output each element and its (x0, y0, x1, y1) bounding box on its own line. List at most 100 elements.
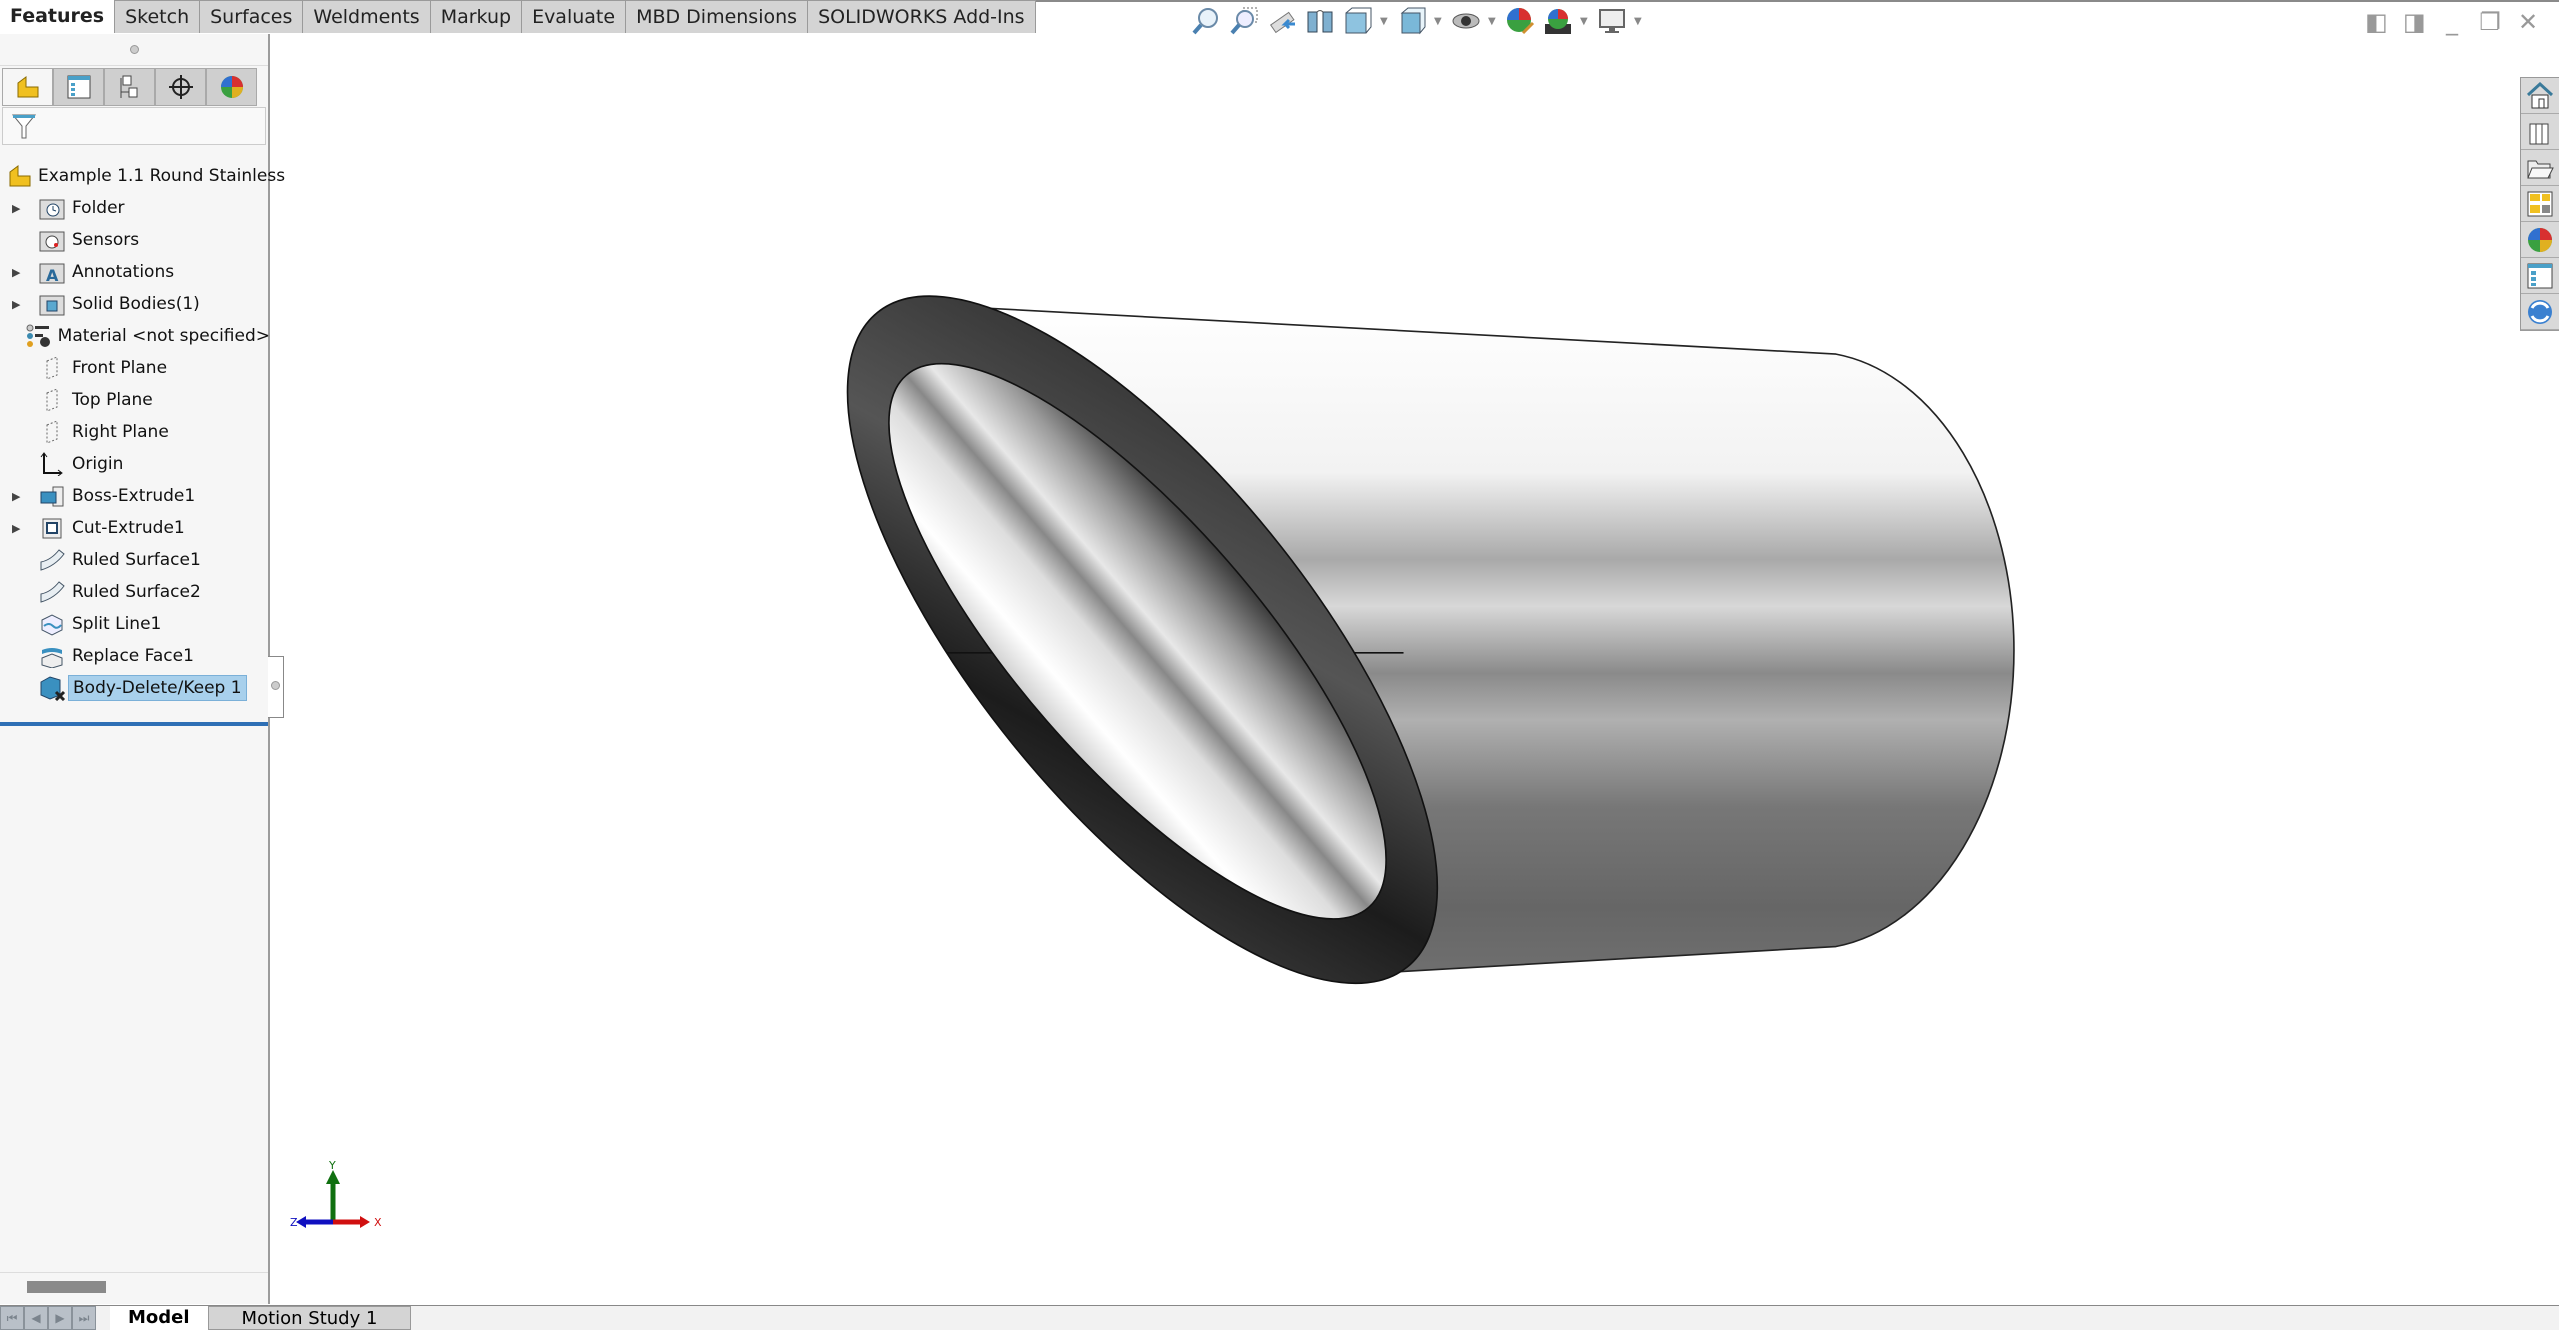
home-icon[interactable] (2521, 78, 2559, 114)
file-explorer-icon[interactable] (2521, 150, 2559, 186)
tree-item-right-plane[interactable]: Right Plane (0, 416, 270, 448)
tree-item-body-delete-keep-1[interactable]: Body-Delete/Keep 1 (0, 672, 270, 704)
chevron-down-icon[interactable]: ▼ (1488, 16, 1498, 27)
tree-item-label: Material <not specified> (57, 326, 270, 346)
expand-arrow-icon[interactable]: ▶ (12, 490, 26, 503)
apply-scene-icon[interactable] (1542, 5, 1574, 37)
zoom-to-fit-icon[interactable] (1190, 5, 1222, 37)
plane-icon (38, 419, 66, 445)
last-tab-icon[interactable]: ⏭ (72, 1306, 96, 1330)
chevron-down-icon[interactable]: ▼ (1380, 16, 1390, 27)
tab-motion-study-1[interactable]: Motion Study 1 (207, 1306, 412, 1330)
tree-item-ruled-surface1[interactable]: Ruled Surface1 (0, 544, 270, 576)
tab-markup[interactable]: Markup (430, 0, 523, 33)
view-settings-icon[interactable] (1596, 5, 1628, 37)
chevron-down-icon[interactable]: ▼ (1580, 16, 1590, 27)
minimize-icon[interactable]: _ (2441, 8, 2463, 36)
tree-item-replace-face1[interactable]: Replace Face1 (0, 640, 270, 672)
tile-left-icon[interactable]: ◧ (2365, 8, 2388, 36)
view-palette-icon[interactable] (2521, 186, 2559, 222)
expand-arrow-icon[interactable]: ▶ (12, 522, 26, 535)
chevron-down-icon[interactable]: ▼ (1634, 16, 1644, 27)
hide-show-items-icon[interactable] (1450, 5, 1482, 37)
solidworks-resources-icon[interactable] (2521, 294, 2559, 330)
svg-text:A: A (46, 266, 59, 284)
tree-item-sensors[interactable]: Sensors (0, 224, 270, 256)
tube-cut-face-rim (846, 295, 1439, 985)
filter-icon[interactable] (11, 112, 37, 140)
tree-filter[interactable] (2, 107, 266, 145)
tree-item-label: Cut-Extrude1 (72, 518, 185, 538)
tab-weldments[interactable]: Weldments (303, 0, 431, 33)
tree-item-boss-extrude1[interactable]: ▶ Boss-Extrude1 (0, 480, 270, 512)
tree-item-top-plane[interactable]: Top Plane (0, 384, 270, 416)
featuremanager-tab[interactable] (2, 68, 53, 106)
split-line-icon (38, 611, 66, 637)
ruled-surface-icon (38, 579, 66, 605)
tree-item-material-not-specified[interactable]: Material <not specified> (0, 320, 270, 352)
command-manager-tabs: Features Sketch Surfaces Weldments Markup Eva… (0, 0, 1036, 33)
tree-item-annotations[interactable]: ▶ A Annotations (0, 256, 270, 288)
tree-item-label: Replace Face1 (72, 646, 194, 666)
part-icon (6, 163, 34, 189)
tree-item-folder[interactable]: ▶ Folder (0, 192, 270, 224)
tree-item-label: Solid Bodies(1) (72, 294, 200, 314)
edit-appearance-icon[interactable] (1504, 5, 1536, 37)
tree-item-split-line1[interactable]: Split Line1 (0, 608, 270, 640)
next-tab-icon[interactable]: ▶ (48, 1306, 72, 1330)
propertymanager-tab[interactable] (53, 68, 104, 106)
panel-collapse-handle[interactable] (268, 656, 284, 718)
horizontal-scrollbar[interactable] (27, 1281, 106, 1293)
expand-arrow-icon[interactable]: ▶ (12, 202, 26, 215)
prev-tab-icon[interactable]: ◀ (24, 1306, 48, 1330)
tree-item-front-plane[interactable]: Front Plane (0, 352, 270, 384)
tree-item-label: Top Plane (72, 390, 153, 410)
rollback-bar[interactable] (0, 722, 268, 726)
tab-model[interactable]: Model (110, 1306, 208, 1330)
tab-mbd-dimensions[interactable]: MBD Dimensions (626, 0, 809, 33)
close-icon[interactable]: ✕ (2517, 8, 2539, 36)
tree-item-label: Ruled Surface1 (72, 550, 201, 570)
tab-sketch[interactable]: Sketch (115, 0, 201, 33)
tree-item-label: Split Line1 (72, 614, 162, 634)
display-style-icon[interactable] (1396, 5, 1428, 37)
annotations-icon: A (38, 259, 66, 285)
tab-solidworks-add-ins[interactable]: SOLIDWORKS Add-Ins (808, 0, 1036, 33)
section-view-icon[interactable] (1304, 5, 1336, 37)
tree-item-cut-extrude1[interactable]: ▶ Cut-Extrude1 (0, 512, 270, 544)
plane-icon (38, 355, 66, 381)
featuremanager-panel: Example 1.1 Round Stainless ▶ Folder Sensor… (0, 34, 285, 1304)
tab-surfaces[interactable]: Surfaces (200, 0, 304, 33)
feature-tree: Example 1.1 Round Stainless ▶ Folder Sensor… (0, 160, 285, 704)
configurationmanager-tab[interactable] (104, 68, 155, 106)
zoom-to-area-icon[interactable] (1228, 5, 1260, 37)
tree-root-part[interactable]: Example 1.1 Round Stainless (0, 160, 285, 192)
tab-evaluate[interactable]: Evaluate (522, 0, 627, 33)
tree-item-label: Boss-Extrude1 (72, 486, 196, 506)
history-folder-icon (38, 195, 66, 221)
previous-view-icon[interactable] (1266, 5, 1298, 37)
display-manager-tab[interactable] (206, 68, 257, 106)
tree-item-label: Body-Delete/Keep 1 (68, 675, 247, 701)
restore-icon[interactable]: ❐ (2479, 8, 2501, 36)
custom-properties-icon[interactable] (2521, 258, 2559, 294)
design-library-icon[interactable] (2521, 114, 2559, 150)
first-tab-icon[interactable]: ⏮ (0, 1306, 24, 1330)
cut-extrude-icon (38, 515, 66, 541)
expand-arrow-icon[interactable]: ▶ (12, 298, 26, 311)
tree-item-label: Example 1.1 Round Stainless (38, 166, 286, 186)
sensors-icon (38, 227, 66, 253)
task-pane-tabs (2520, 77, 2559, 331)
tile-right-icon[interactable]: ◨ (2403, 8, 2426, 36)
panel-grip[interactable] (0, 34, 268, 66)
chevron-down-icon[interactable]: ▼ (1434, 16, 1444, 27)
solid-bodies-icon (38, 291, 66, 317)
appearances-icon[interactable] (2521, 222, 2559, 258)
tree-item-solid-bodies-1[interactable]: ▶ Solid Bodies(1) (0, 288, 270, 320)
tab-features[interactable]: Features (0, 0, 116, 33)
dimxpert-tab[interactable] (155, 68, 206, 106)
view-orientation-icon[interactable] (1342, 5, 1374, 37)
tree-item-ruled-surface2[interactable]: Ruled Surface2 (0, 576, 270, 608)
expand-arrow-icon[interactable]: ▶ (12, 266, 26, 279)
tree-item-origin[interactable]: Origin (0, 448, 270, 480)
